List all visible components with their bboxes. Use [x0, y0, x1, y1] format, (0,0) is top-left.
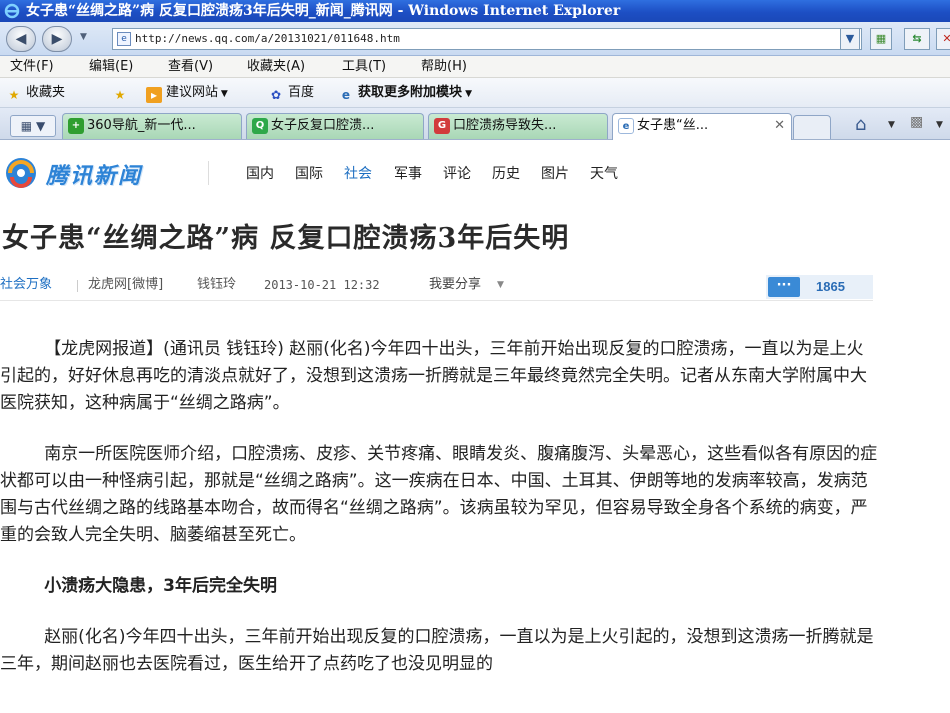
feeds-dropdown-icon[interactable]: ▼ [936, 120, 943, 130]
address-dropdown-button[interactable]: ▼ [840, 28, 860, 50]
quick-tabs-button[interactable]: ▦ ▼ [10, 115, 56, 137]
fav-suggested-sites[interactable]: ▸ 建议网站 ▼ [146, 78, 228, 109]
article-headline: 女子患“丝绸之路”病 反复口腔溃疡3年后失明 [2, 223, 570, 254]
nav-history[interactable]: 历史 [492, 163, 520, 183]
fav-label: 建议网站 [166, 85, 219, 100]
comment-button[interactable]: ··· 1865 [766, 275, 873, 299]
article-meta: 社会万象 龙虎网[微博] 钱钰玲 2013-10-21 12:32 我要分享 ▼… [0, 273, 873, 301]
comment-bubble-icon: ··· [768, 277, 800, 297]
window-title: 女子患“丝绸之路”病 反复口腔溃疡3年后失明_新闻_腾讯网 - Windows … [26, 3, 621, 19]
tab-360-nav[interactable]: + 360导航_新一代... [62, 113, 242, 139]
tab-current[interactable]: e 女子患“丝... ✕ [612, 113, 792, 140]
favorites-button[interactable]: ★ 收藏夹 [6, 78, 65, 108]
window-title-bar[interactable]: 女子患“丝绸之路”病 反复口腔溃疡3年后失明_新闻_腾讯网 - Windows … [0, 0, 950, 22]
page-icon: e [117, 32, 131, 46]
menu-view[interactable]: 查看(V) [168, 56, 213, 78]
menu-favorites[interactable]: 收藏夹(A) [247, 56, 305, 78]
nav-military[interactable]: 军事 [394, 163, 422, 183]
article-paragraph: 南京一所医院医师介绍，口腔溃疡、皮疹、关节疼痛、眼睛发炎、腹痛腹泻、头晕恶心，这… [0, 444, 878, 545]
article-paragraph: 【龙虎网报道】(通讯员 钱钰玲) 赵丽(化名)今年四十出头，三年前开始出现反复的… [0, 339, 867, 413]
favorites-label: 收藏夹 [26, 85, 66, 100]
tab-article-a[interactable]: Q 女子反复口腔溃... [246, 113, 424, 139]
nav-weather[interactable]: 天气 [590, 163, 618, 183]
nav-international[interactable]: 国际 [295, 163, 323, 183]
divider [77, 280, 78, 292]
add-favorite-icon[interactable]: ★ [112, 78, 132, 108]
tab-label: 女子患“丝... [637, 118, 709, 133]
menu-edit[interactable]: 编辑(E) [89, 56, 133, 78]
logo-text: 腾讯新闻 [46, 163, 143, 189]
stop-button[interactable]: ✕ [936, 28, 950, 50]
feeds-icon[interactable]: ▩ [910, 114, 923, 130]
ie-page-icon: e [618, 118, 634, 134]
fav-label: 获取更多附加模块 [358, 85, 463, 100]
baidu-paw-icon: ✿ [270, 88, 282, 102]
chevron-down-icon[interactable]: ▼ [497, 273, 504, 297]
tab-label: 女子反复口腔溃... [271, 118, 375, 133]
forward-button[interactable]: ▶ [42, 26, 72, 52]
favorites-bar: ★ 收藏夹 ★ ▸ 建议网站 ▼ ✿ 百度 e 获取更多附加模块 ▼ [0, 78, 950, 108]
tencent-news-logo-icon [6, 158, 36, 188]
menu-help[interactable]: 帮助(H) [421, 56, 467, 78]
article-body: 【龙虎网报道】(通讯员 钱钰玲) 赵丽(化名)今年四十出头，三年前开始出现反复的… [0, 336, 880, 702]
address-input[interactable]: http://news.qq.com/a/20131021/011648.htm [112, 28, 862, 50]
tab-label: 口腔溃疡导致失... [453, 118, 557, 133]
360-icon: + [68, 118, 84, 134]
share-button[interactable]: 我要分享 [429, 273, 481, 297]
compatibility-view-icon[interactable]: ▦ [870, 28, 892, 50]
suggested-sites-icon: ▸ [146, 87, 162, 103]
tab-bar: ▦ ▼ + 360导航_新一代... Q 女子反复口腔溃... G 口腔溃疡导致… [0, 108, 950, 140]
close-tab-icon[interactable]: ✕ [774, 114, 785, 138]
star-icon: ★ [8, 88, 20, 102]
article-paragraph: 赵丽(化名)今年四十出头，三年前开始出现反复的口腔溃疡，一直以为是上火引起的，没… [0, 627, 874, 674]
nav-photos[interactable]: 图片 [541, 163, 569, 183]
divider [208, 161, 209, 185]
new-tab-button[interactable] [793, 115, 831, 139]
search-icon: Q [252, 118, 268, 134]
site-icon: G [434, 118, 450, 134]
ie-icon [4, 3, 20, 19]
fav-get-addons[interactable]: e 获取更多附加模块 ▼ [338, 78, 472, 109]
nav-domestic[interactable]: 国内 [246, 163, 274, 183]
nav-society[interactable]: 社会 [344, 163, 372, 183]
refresh-button[interactable]: ⇆ [904, 28, 930, 50]
article-category-link[interactable]: 社会万象 [0, 273, 52, 297]
article-subheading: 小溃疡大隐患，3年后完全失明 [44, 576, 278, 596]
menu-file[interactable]: 文件(F) [10, 56, 54, 78]
fav-baidu[interactable]: ✿ 百度 [268, 78, 314, 108]
comment-count: 1865 [816, 279, 845, 294]
fav-label: 百度 [288, 85, 315, 100]
recent-pages-dropdown-icon[interactable]: ▼ [80, 32, 87, 42]
article-source[interactable]: 龙虎网[微博] [88, 273, 163, 297]
home-dropdown-icon[interactable]: ▼ [888, 120, 895, 130]
ie-addon-icon: e [341, 88, 351, 102]
home-icon[interactable]: ⌂ [855, 114, 866, 135]
tab-article-b[interactable]: G 口腔溃疡导致失... [428, 113, 608, 139]
back-button[interactable]: ◀ [6, 26, 36, 52]
article-author: 钱钰玲 [197, 277, 237, 292]
article-time: 2013-10-21 12:32 [264, 278, 380, 292]
menu-bar: 文件(F) 编辑(E) 查看(V) 收藏夹(A) 工具(T) 帮助(H) [0, 56, 950, 78]
menu-tools[interactable]: 工具(T) [342, 56, 386, 78]
tab-label: 360导航_新一代... [87, 118, 196, 133]
web-page: 腾讯新闻 国内 国际 社会 军事 评论 历史 图片 天气 女子患“丝绸之路”病 … [0, 141, 950, 713]
address-toolbar: ◀ ▶ ▼ http://news.qq.com/a/20131021/0116… [0, 22, 950, 56]
nav-commentary[interactable]: 评论 [443, 163, 471, 183]
